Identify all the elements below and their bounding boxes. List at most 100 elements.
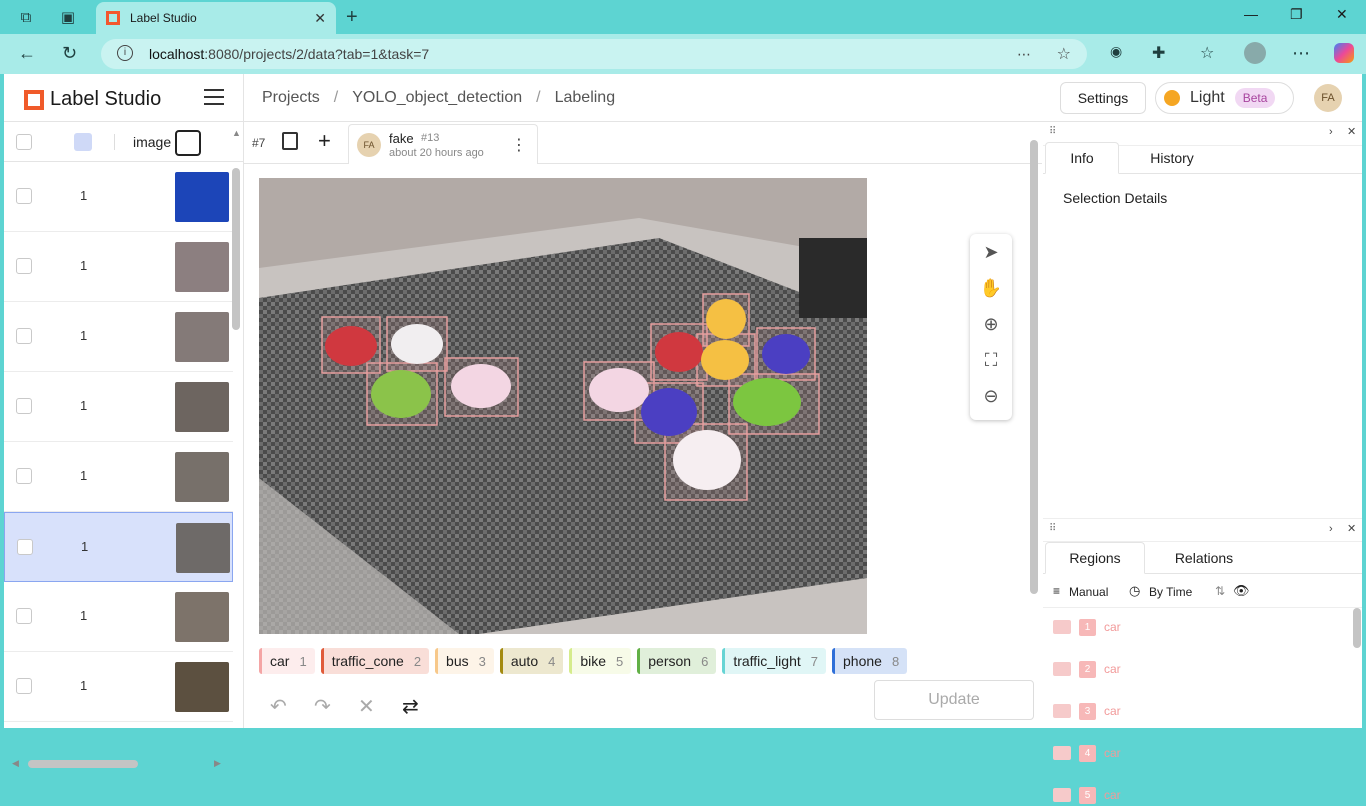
row-checkbox[interactable] [16, 328, 32, 344]
row-checkbox[interactable] [16, 398, 32, 414]
visibility-eye-icon[interactable]: 👁 [1233, 583, 1250, 599]
row-checkbox[interactable] [16, 678, 32, 694]
label-phone[interactable]: phone 8 [832, 648, 908, 674]
extension-record-icon[interactable]: ◉ [1110, 43, 1122, 60]
select-all-checkbox[interactable] [16, 134, 32, 150]
breadcrumb-project[interactable]: YOLO_object_detection [352, 89, 522, 107]
profile-icon[interactable] [1244, 42, 1266, 64]
collapse-panel-icon[interactable]: ✕ [1347, 522, 1356, 535]
settings-button[interactable]: Settings [1060, 82, 1146, 114]
table-row[interactable]: 1 [4, 442, 233, 512]
tab-info[interactable]: Info [1045, 142, 1119, 174]
hamburger-menu-icon[interactable] [204, 89, 224, 110]
site-info-icon[interactable]: i [117, 45, 133, 61]
more-options-url-icon[interactable]: ⋯ [1017, 46, 1031, 63]
new-tab-icon[interactable]: + [346, 6, 358, 29]
list-vertical-scrollbar[interactable] [232, 168, 240, 330]
label-traffic-cone[interactable]: traffic_cone 2 [320, 648, 430, 674]
breadcrumb-projects[interactable]: Projects [262, 89, 320, 107]
id-column-icon[interactable] [74, 133, 92, 151]
workspaces-icon[interactable]: ⧉ [16, 7, 36, 27]
row-checkbox[interactable] [16, 188, 32, 204]
region-item[interactable]: 5 car [1053, 784, 1121, 806]
update-button[interactable]: Update [874, 680, 1034, 720]
sort-by-time-button[interactable]: By Time [1149, 585, 1192, 599]
back-icon[interactable]: ← [18, 43, 36, 64]
tab-actions-icon[interactable]: ▣ [58, 7, 78, 27]
toggle-split-icon[interactable] [282, 132, 298, 150]
url-field[interactable]: i localhost:8080/projects/2/data?tab=1&t… [101, 39, 1087, 69]
undo-icon[interactable]: ↶ [270, 694, 287, 719]
favorite-star-icon[interactable]: ☆ [1057, 44, 1071, 64]
table-row[interactable]: 1 [4, 232, 233, 302]
row-checkbox[interactable] [16, 608, 32, 624]
table-row[interactable]: 1 [4, 512, 233, 582]
select-tool-icon[interactable]: ➤ [970, 234, 1012, 270]
table-row[interactable]: 1 [4, 372, 233, 442]
drag-handle-icon[interactable]: ⠿ [1049, 126, 1056, 137]
close-tab-icon[interactable]: ✕ [314, 10, 326, 27]
pan-tool-icon[interactable]: ✋ [970, 270, 1012, 306]
zoom-in-icon[interactable]: ⊕ [970, 306, 1012, 342]
canvas-scrollbar[interactable] [1030, 140, 1038, 594]
region-item[interactable]: 1 car [1053, 616, 1121, 638]
settings-sliders-icon[interactable]: ⇄ [402, 694, 419, 719]
fit-to-screen-icon[interactable]: ⛶ [970, 342, 1012, 378]
label-car[interactable]: car 1 [259, 648, 315, 674]
collapse-panel-icon[interactable]: ✕ [1347, 125, 1356, 138]
table-row[interactable]: 1 [4, 302, 233, 372]
scroll-left-arrow-icon[interactable]: ◀ [12, 758, 19, 769]
label-name: bus [446, 653, 469, 669]
row-checkbox[interactable] [17, 539, 33, 555]
scroll-right-arrow-icon[interactable]: ▶ [214, 758, 221, 769]
annotation-tab[interactable]: FA fake #13 about 20 hours ago ⋮ [348, 124, 538, 164]
region-item[interactable]: 2 car [1053, 658, 1121, 680]
copilot-icon[interactable] [1334, 43, 1354, 63]
tab-history[interactable]: History [1119, 142, 1225, 174]
label-traffic-light[interactable]: traffic_light 7 [722, 648, 826, 674]
table-row[interactable]: 1 [4, 652, 233, 722]
user-avatar[interactable]: FA [1314, 84, 1342, 112]
label-auto[interactable]: auto 4 [499, 648, 564, 674]
settings-more-icon[interactable]: ⋯ [1292, 43, 1310, 64]
manual-order-button[interactable]: Manual [1069, 585, 1108, 599]
table-row[interactable]: 1 [4, 162, 233, 232]
label-bus[interactable]: bus 3 [435, 648, 494, 674]
row-checkbox[interactable] [16, 468, 32, 484]
drag-handle-icon[interactable]: ⠿ [1049, 523, 1056, 534]
scroll-up-arrow-icon[interactable]: ▲ [232, 128, 241, 138]
reset-icon[interactable]: ✕ [358, 694, 375, 719]
tab-relations[interactable]: Relations [1145, 542, 1263, 574]
manual-order-icon[interactable]: ≡ [1053, 584, 1060, 598]
extensions-puzzle-icon[interactable]: ✚ [1152, 43, 1165, 63]
region-item[interactable]: 3 car [1053, 700, 1121, 722]
logo[interactable]: Label Studio [24, 88, 161, 111]
redo-icon[interactable]: ↷ [314, 694, 331, 719]
label-bike[interactable]: bike 5 [569, 648, 632, 674]
favorites-icon[interactable]: ☆ [1200, 43, 1214, 63]
reload-icon[interactable]: ↻ [62, 43, 77, 64]
column-visibility-icon[interactable] [175, 130, 201, 156]
label-person[interactable]: person 6 [637, 648, 717, 674]
list-horizontal-scrollbar[interactable] [28, 760, 138, 768]
zoom-out-icon[interactable]: ⊖ [970, 378, 1012, 414]
minimize-icon[interactable]: — [1244, 6, 1258, 22]
expand-panel-icon[interactable]: › [1329, 126, 1333, 138]
annotation-menu-icon[interactable]: ⋮ [511, 135, 527, 155]
row-checkbox[interactable] [16, 258, 32, 274]
task-image[interactable] [259, 178, 867, 634]
column-image-header[interactable]: image [133, 134, 171, 150]
restore-icon[interactable]: ❐ [1290, 6, 1303, 23]
close-window-icon[interactable]: ✕ [1336, 6, 1348, 23]
browser-tab[interactable]: Label Studio ✕ [96, 2, 336, 34]
image-canvas[interactable] [259, 178, 867, 634]
expand-panel-icon[interactable]: › [1329, 523, 1333, 535]
sort-direction-icon[interactable]: ⇅ [1215, 584, 1225, 598]
regions-tabs: Regions Relations [1043, 542, 1362, 574]
regions-scrollbar[interactable] [1353, 608, 1361, 648]
add-annotation-icon[interactable]: + [318, 128, 331, 154]
tab-regions[interactable]: Regions [1045, 542, 1145, 574]
theme-toggle[interactable]: Light Beta [1155, 82, 1294, 114]
table-row[interactable]: 1 [4, 582, 233, 652]
region-item[interactable]: 4 car [1053, 742, 1121, 764]
